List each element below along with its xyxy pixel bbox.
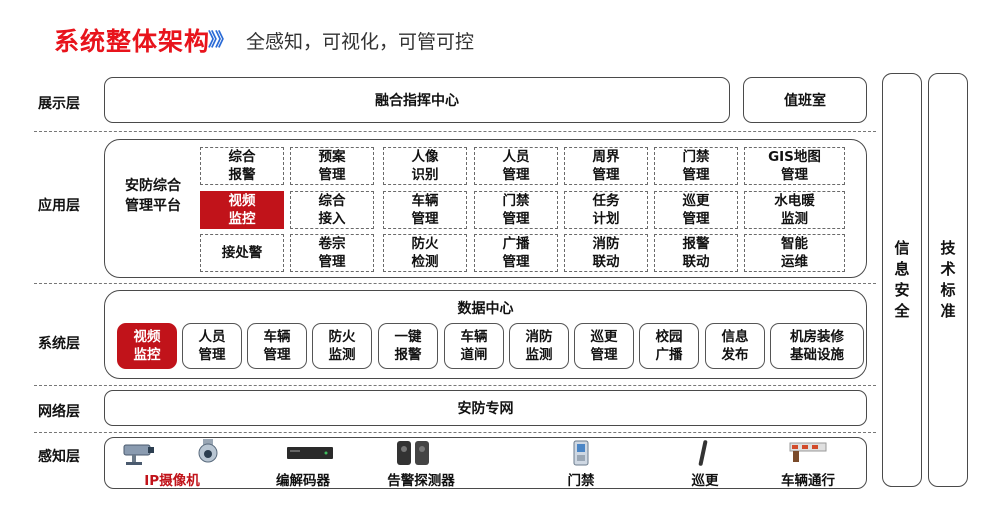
- access-control-icon: [573, 440, 589, 466]
- app-module-cell: GIS地图 管理: [744, 147, 845, 185]
- ip-camera-icon: [123, 444, 154, 465]
- layer-separator: [34, 283, 876, 284]
- system-module-chip: 人员 管理: [182, 323, 242, 369]
- system-module-chip: 车辆 管理: [247, 323, 307, 369]
- device-label: IP摄像机: [144, 473, 200, 489]
- layer-label-application: 应用层: [38, 198, 80, 214]
- dome-camera-icon: [198, 439, 218, 463]
- security-platform-label: 安防综合 管理平台: [125, 178, 181, 214]
- app-module-cell: 消防 联动: [564, 234, 648, 272]
- layer-label-perception: 感知层: [38, 449, 80, 465]
- app-module-cell: 周界 管理: [564, 147, 648, 185]
- device-label: 编解码器: [276, 473, 330, 489]
- fusion-command-center-box: 融合指挥中心: [104, 77, 730, 123]
- app-module-cell: 任务 计划: [564, 191, 648, 229]
- device-label: 告警探测器: [387, 473, 455, 489]
- page-title: 系统整体架构: [54, 27, 211, 56]
- vehicle-gate-icon: [789, 442, 827, 462]
- information-security-label: 信息安全: [894, 239, 910, 320]
- system-module-chip: 车辆 道闸: [444, 323, 504, 369]
- system-module-chip: 防火 监测: [312, 323, 372, 369]
- page-subtitle: 全感知，可视化，可管可控: [246, 31, 475, 53]
- layer-separator: [34, 432, 876, 433]
- app-module-cell: 综合 报警: [200, 147, 284, 185]
- system-module-chip: 一键 报警: [378, 323, 438, 369]
- device-label: 门禁: [567, 473, 595, 489]
- app-module-cell: 视频 监控: [200, 191, 284, 229]
- device-label: 车辆通行: [781, 473, 835, 489]
- app-module-cell: 卷宗 管理: [290, 234, 374, 272]
- app-module-cell: 预案 管理: [290, 147, 374, 185]
- app-module-cell: 人员 管理: [474, 147, 558, 185]
- app-module-cell: 门禁 管理: [474, 191, 558, 229]
- data-center-title: 数据中心: [457, 301, 514, 317]
- app-module-cell: 水电暖 监测: [744, 191, 845, 229]
- app-module-cell: 综合 接入: [290, 191, 374, 229]
- system-module-chip: 视频 监控: [117, 323, 177, 369]
- system-module-chip: 校园 广播: [639, 323, 699, 369]
- technical-standard-column: 技术标准: [928, 73, 968, 487]
- codec-icon: [287, 447, 333, 459]
- device-label: 巡更: [691, 473, 719, 489]
- system-module-chip: 信息 发布: [705, 323, 765, 369]
- security-private-network-box: 安防专网: [104, 390, 867, 426]
- app-module-cell: 广播 管理: [474, 234, 558, 272]
- app-module-cell: 巡更 管理: [654, 191, 738, 229]
- system-module-chip: 消防 监测: [509, 323, 569, 369]
- app-module-cell: 门禁 管理: [654, 147, 738, 185]
- system-module-chip: 巡更 管理: [574, 323, 634, 369]
- app-module-cell: 车辆 管理: [383, 191, 467, 229]
- app-module-cell: 智能 运维: [744, 234, 845, 272]
- information-security-column: 信息安全: [882, 73, 922, 487]
- app-module-cell: 报警 联动: [654, 234, 738, 272]
- layer-separator: [34, 385, 876, 386]
- app-module-cell: 防火 检测: [383, 234, 467, 272]
- duty-room-box: 值班室: [743, 77, 867, 123]
- alarm-detector-icon: [397, 441, 429, 465]
- app-module-cell: 人像 识别: [383, 147, 467, 185]
- layer-label-system: 系统层: [38, 336, 80, 352]
- layer-label-network: 网络层: [38, 404, 80, 420]
- patrol-icon: [698, 440, 708, 466]
- layer-separator: [34, 131, 876, 132]
- layer-label-display: 展示层: [38, 96, 80, 112]
- technical-standard-label: 技术标准: [940, 239, 956, 320]
- app-module-cell: 接处警: [200, 234, 284, 272]
- system-module-chip: 机房装修 基础设施: [770, 323, 864, 369]
- double-chevron-icon: 》》: [208, 30, 233, 51]
